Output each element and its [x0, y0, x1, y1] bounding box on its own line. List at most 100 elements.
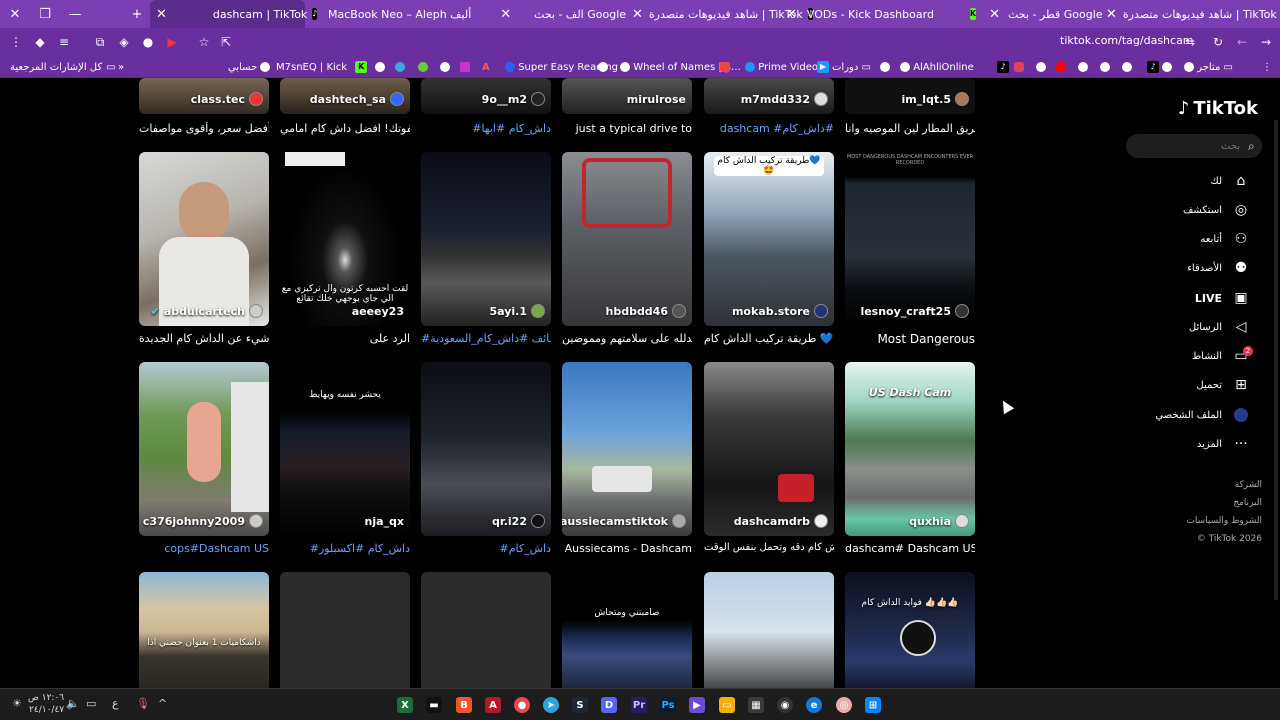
video-caption[interactable]: Aussiecams - Dashcam: [562, 542, 692, 555]
back-icon[interactable]: →: [1258, 34, 1274, 50]
video-caption[interactable]: الرد على: [280, 332, 410, 345]
video-author[interactable]: lesnoy_craft25: [860, 304, 969, 318]
photoshop-icon[interactable]: Ps: [660, 697, 676, 713]
video-card[interactable]: داشكاميات 1 بعنوان حضني اذا: [139, 572, 269, 688]
nav-following[interactable]: أتابعه ⚇: [1200, 228, 1250, 250]
nav-more[interactable]: المزيد ···: [1197, 433, 1250, 455]
close-tab-icon[interactable]: ✕: [156, 7, 167, 22]
bookmark-icon-item[interactable]: [440, 60, 450, 74]
discord-icon[interactable]: D: [601, 697, 617, 713]
video-author[interactable]: class.tec: [191, 92, 263, 106]
bookmark-icon-item[interactable]: [720, 60, 730, 74]
video-card[interactable]: dashtech_sa: [280, 78, 410, 114]
bookmark-star-icon[interactable]: ☆: [196, 34, 212, 50]
close-tab-icon[interactable]: ✕: [786, 7, 797, 22]
video-card[interactable]: US Dash Cam quxhia: [845, 362, 975, 536]
app-icon[interactable]: ●: [514, 697, 530, 713]
close-tab-icon[interactable]: ✕: [632, 7, 643, 22]
bookmarks-overflow-icon[interactable]: »: [118, 60, 124, 74]
nav-live[interactable]: LIVE ▣: [1195, 287, 1250, 309]
bookmark-icon-item[interactable]: ♪: [992, 60, 1014, 74]
video-card[interactable]: m7mdd332: [704, 78, 834, 114]
video-author[interactable]: dashcamdrb: [734, 514, 828, 528]
search-icon[interactable]: ⌕: [1248, 139, 1255, 154]
video-author[interactable]: qr.i22: [492, 514, 545, 528]
tab-aleph[interactable]: MacBook Neo – Aleph أليف ✕: [310, 0, 511, 28]
video-author[interactable]: hbdbdd46: [605, 304, 686, 318]
tab-kick-vods[interactable]: ✕ VODs - Kick Dashboard K ✕: [780, 0, 1000, 28]
video-author[interactable]: nja_qx: [365, 515, 405, 528]
puzzle-icon[interactable]: ⧉: [92, 34, 108, 50]
network-icon[interactable]: ▭: [86, 697, 96, 710]
bookmark-item[interactable]: M7snEQ | Kick K: [276, 60, 372, 74]
bookmark-icon-item[interactable]: [1036, 60, 1046, 74]
taskbar-clock[interactable]: ١٢:٠٦ ص ٢٤/١٠/٤٧: [28, 692, 64, 716]
video-caption[interactable]: dashcam# Dashcam US: [845, 542, 975, 555]
tab-tiktok-trending[interactable]: ✕ شاهد فيديوهات متصدرة | TikTok ♪: [626, 0, 813, 28]
new-tab-icon[interactable]: +: [122, 0, 152, 28]
video-caption[interactable]: #داش_كام #اكسبلور: [280, 542, 410, 555]
video-card[interactable]: [704, 572, 834, 688]
video-caption[interactable]: just a typical drive to: [562, 122, 692, 135]
video-caption[interactable]: dashcam #داش_كام#: [704, 122, 834, 135]
video-card[interactable]: dashcamdrb: [704, 362, 834, 536]
chrome-icon[interactable]: ◎: [836, 697, 852, 713]
video-caption[interactable]: طريقة تركيب الداش كام 💙 🤩: [704, 332, 834, 345]
close-tab-icon[interactable]: ✕: [1106, 7, 1117, 22]
bookmark-icon-item[interactable]: [418, 60, 428, 74]
tab-google-qatar[interactable]: قطر - بحث Google: [1000, 0, 1105, 28]
video-author[interactable]: 5ayi.1: [489, 304, 545, 318]
footer-terms-link[interactable]: الشروط والسياسات: [1186, 516, 1262, 526]
bookmark-item[interactable]: حسابي: [228, 60, 271, 74]
bookmark-item[interactable]: AlAhliOnline: [900, 60, 974, 74]
address-bar[interactable]: tiktok.com/tag/dashcam: [1060, 34, 1194, 47]
site-settings-icon[interactable]: ⇋: [1182, 34, 1198, 50]
tab-google-alef[interactable]: الف - بحث Google: [520, 0, 630, 28]
video-author[interactable]: dashtech_sa: [310, 92, 404, 106]
close-tab-icon[interactable]: ✕: [989, 7, 1000, 22]
share-icon[interactable]: ⇱: [218, 34, 234, 50]
video-card[interactable]: aussiecamstiktok: [562, 362, 692, 536]
windows-start-icon[interactable]: ⊞: [865, 697, 881, 713]
video-card[interactable]: MOST DANGEROUS DASHCAM ENCOUNTERS EVER R…: [845, 152, 975, 326]
video-card[interactable]: im_lqt.5: [845, 78, 975, 114]
bookmark-icon-item[interactable]: [1056, 60, 1066, 74]
bookmark-icon-item[interactable]: [1100, 60, 1110, 74]
bookmark-icon-item[interactable]: [1162, 60, 1172, 74]
close-window-icon[interactable]: ✕: [0, 0, 30, 28]
menu-dots-icon[interactable]: ⋮: [8, 34, 24, 50]
search-input[interactable]: [1126, 134, 1262, 158]
nav-activity[interactable]: النشاط ▭: [1192, 345, 1250, 367]
video-caption[interactable]: Most Dangerous: [845, 332, 975, 346]
video-caption[interactable]: cops#Dashcam US: [139, 542, 269, 555]
edge-icon[interactable]: e: [806, 697, 822, 713]
video-card[interactable]: [280, 572, 410, 688]
nav-profile[interactable]: الملف الشخصي: [1155, 404, 1250, 426]
forward-icon[interactable]: ←: [1234, 34, 1250, 50]
video-card[interactable]: ✔ abdulcartech: [139, 152, 269, 326]
page-scrollbar[interactable]: [1274, 120, 1278, 600]
wallet-icon[interactable]: ◈: [116, 34, 132, 50]
video-card[interactable]: hbdbdd46: [562, 152, 692, 326]
bookmarks-menu-icon[interactable]: ⋮: [1262, 60, 1272, 74]
close-tab-icon[interactable]: ✕: [500, 7, 511, 22]
youtube-icon[interactable]: ▶: [164, 34, 180, 50]
video-author[interactable]: aeeey23: [352, 305, 404, 318]
video-author[interactable]: m7mdd332: [741, 92, 828, 106]
video-caption[interactable]: الحمدلله على سلامتهم ومموضين: [562, 332, 692, 345]
tab-dashcam-tiktok[interactable]: ✕ dashcam | TikTok ♪: [150, 0, 318, 28]
language-indicator[interactable]: ع: [112, 697, 119, 710]
video-card[interactable]: [421, 572, 551, 688]
bookmark-icon-item[interactable]: ♪: [1142, 60, 1164, 74]
video-caption[interactable]: من طريق المطار لين الموصيه وانا: [845, 122, 975, 135]
video-caption[interactable]: #داش_كام #ابها: [421, 122, 551, 135]
video-caption[interactable]: أفضل سعر، وأقوى مواصفات.: [139, 122, 269, 135]
restore-window-icon[interactable]: ❐: [30, 0, 60, 28]
minimize-window-icon[interactable]: —: [60, 0, 90, 28]
video-card[interactable]: qr.i22: [421, 362, 551, 536]
video-author[interactable]: quxhia: [909, 514, 969, 528]
video-caption[interactable]: #داش_كام: [421, 542, 552, 555]
video-card[interactable]: يحشر نفسه ويهايط nja_qx: [280, 362, 410, 536]
video-card[interactable]: لقت احسبه كرتون وال تركيزي مع الي جاي يو…: [280, 152, 410, 326]
video-author[interactable]: im_lqt.5: [902, 92, 969, 106]
